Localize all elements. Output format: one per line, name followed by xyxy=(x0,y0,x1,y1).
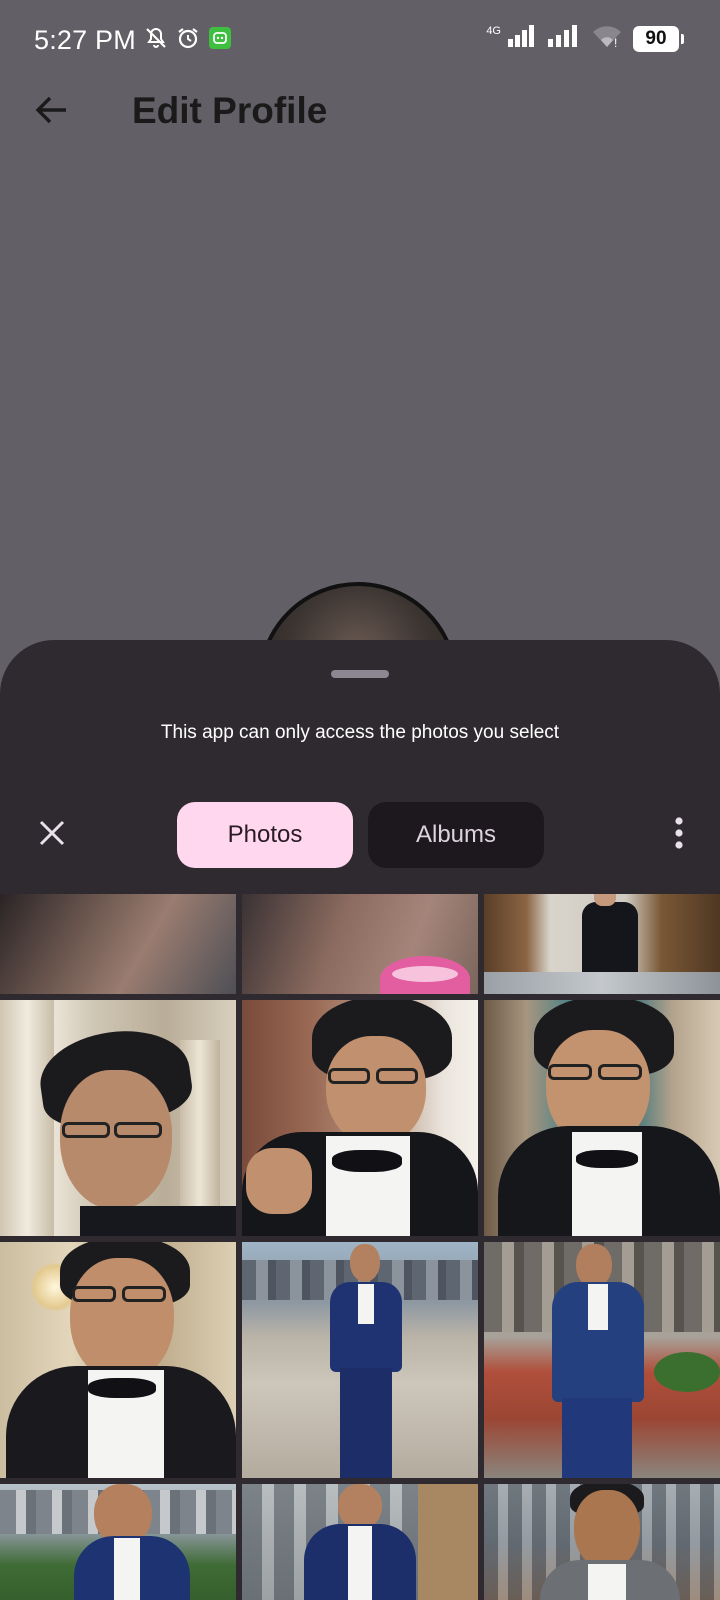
photo-tux-columns[interactable] xyxy=(0,1000,236,1236)
svg-text:!: ! xyxy=(614,36,617,48)
picker-tab-row: Photos Albums xyxy=(0,802,720,868)
photo-navy-suit-terrace[interactable] xyxy=(484,1242,720,1478)
network-type-label: 4G xyxy=(486,24,501,37)
photo-closeup-selfie-1[interactable] xyxy=(0,894,236,994)
back-button[interactable] xyxy=(26,90,76,134)
tab-photos[interactable]: Photos xyxy=(177,802,353,868)
app-notification-icon xyxy=(208,26,232,55)
access-notice: This app can only access the photos you … xyxy=(160,722,560,743)
photo-navy-suit-city-2[interactable] xyxy=(242,1484,478,1600)
photo-closeup-selfie-2[interactable] xyxy=(242,894,478,994)
battery-level: 90 xyxy=(633,25,679,52)
photo-tux-chandelier[interactable] xyxy=(0,1242,236,1478)
arrow-left-icon xyxy=(34,95,68,130)
photo-navy-suit-rooftop[interactable] xyxy=(242,1242,478,1478)
wifi-icon: ! xyxy=(591,24,623,53)
more-vertical-icon xyxy=(674,816,684,854)
photo-picker-sheet: This app can only access the photos you … xyxy=(0,640,720,1600)
cellular-signal-2-icon xyxy=(547,24,581,53)
status-time: 5:27 PM xyxy=(34,24,136,55)
mute-icon xyxy=(144,26,168,55)
status-bar: 5:27 PM 4G ! 90 xyxy=(0,0,720,80)
app-bar: Edit Profile xyxy=(0,80,720,144)
close-icon xyxy=(38,819,66,852)
photo-tux-window[interactable] xyxy=(484,1000,720,1236)
photo-navy-suit-city-1[interactable] xyxy=(0,1484,236,1600)
tab-albums[interactable]: Albums xyxy=(368,802,544,868)
battery-icon xyxy=(681,33,684,44)
photo-tux-doorway[interactable] xyxy=(484,894,720,994)
more-options-button[interactable] xyxy=(664,811,694,859)
drag-handle[interactable] xyxy=(331,670,389,678)
close-button[interactable] xyxy=(28,811,76,859)
photo-tux-hand-chin[interactable] xyxy=(242,1000,478,1236)
alarm-icon xyxy=(176,26,200,55)
photo-gray-suit-city[interactable] xyxy=(484,1484,720,1600)
page-title: Edit Profile xyxy=(132,90,328,131)
cellular-signal-icon xyxy=(507,24,537,53)
